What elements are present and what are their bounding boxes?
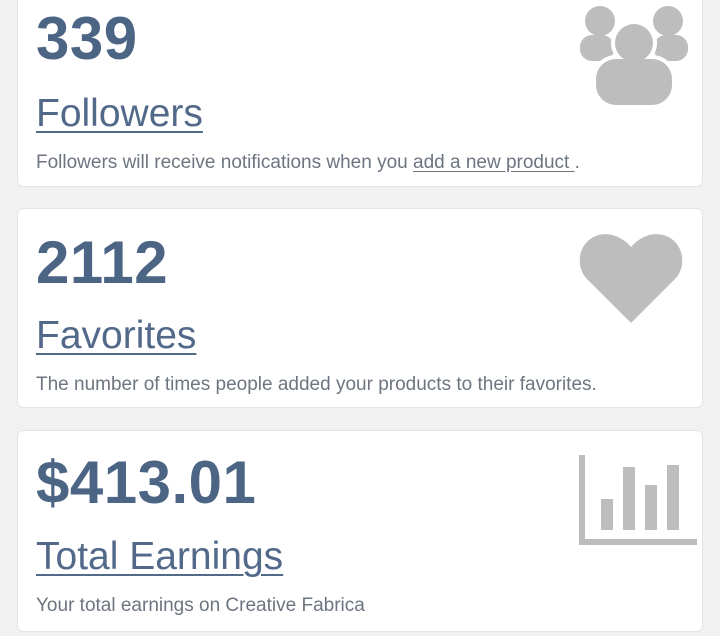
favorites-card: 2112 Favorites The number of times peopl… bbox=[17, 208, 703, 408]
earnings-card: $413.01 Total Earnings Your total earnin… bbox=[17, 430, 703, 632]
favorites-count: 2112 bbox=[36, 229, 169, 296]
followers-count: 339 bbox=[36, 5, 138, 72]
earnings-amount: $413.01 bbox=[36, 449, 257, 516]
favorites-link[interactable]: Favorites bbox=[36, 314, 196, 358]
favorites-description: The number of times people added your pr… bbox=[36, 374, 597, 395]
total-earnings-link[interactable]: Total Earnings bbox=[36, 535, 283, 579]
heart-icon bbox=[579, 233, 683, 328]
followers-description: Followers will receive notifications whe… bbox=[36, 151, 580, 175]
dashboard-stats: 339 Followers Followers will receive not… bbox=[0, 0, 720, 636]
followers-link[interactable]: Followers bbox=[36, 92, 203, 136]
followers-card: 339 Followers Followers will receive not… bbox=[17, 0, 703, 187]
bar-chart-icon bbox=[579, 455, 697, 552]
earnings-description: Your total earnings on Creative Fabrica bbox=[36, 595, 365, 616]
users-group-icon bbox=[578, 5, 690, 114]
followers-description-period: . bbox=[574, 152, 580, 173]
add-new-product-link[interactable]: add a new product bbox=[413, 152, 575, 173]
followers-description-text: Followers will receive notifications whe… bbox=[36, 152, 413, 173]
